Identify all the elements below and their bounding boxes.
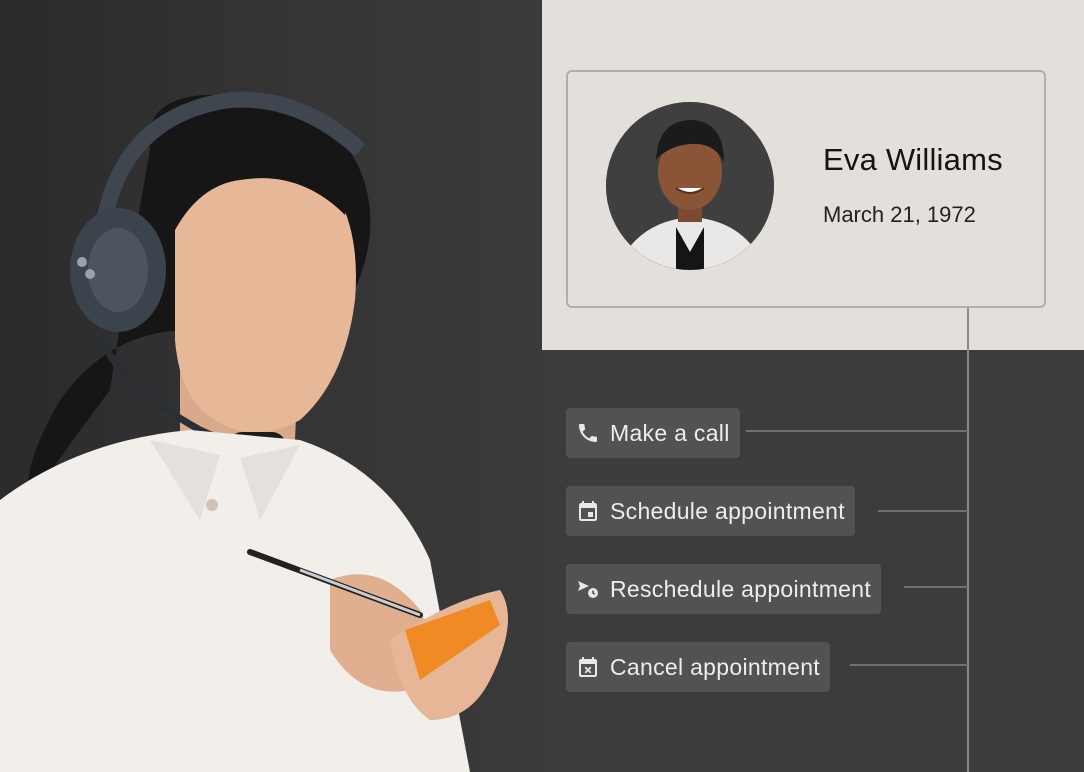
make-call-label: Make a call — [610, 419, 730, 446]
reschedule-icon — [576, 577, 600, 601]
make-call-button[interactable]: Make a call — [566, 408, 740, 458]
avatar — [606, 102, 774, 270]
calendar-icon — [576, 499, 600, 523]
agent-photo — [0, 0, 542, 772]
contact-name: Eva Williams — [823, 142, 1003, 177]
connector-branch — [746, 430, 968, 432]
connector-branch — [904, 586, 968, 588]
schedule-appointment-button[interactable]: Schedule appointment — [566, 486, 855, 536]
contact-card[interactable]: Eva Williams March 21, 1972 — [566, 70, 1046, 308]
cancel-appointment-button[interactable]: Cancel appointment — [566, 642, 830, 692]
connector-branch — [878, 510, 968, 512]
connector-branch — [850, 664, 968, 666]
avatar-portrait — [606, 102, 774, 270]
agent-illustration — [0, 91, 508, 772]
calendar-cancel-icon — [576, 655, 600, 679]
connector-trunk — [967, 308, 969, 772]
reschedule-appointment-button[interactable]: Reschedule appointment — [566, 564, 882, 614]
reschedule-appointment-label: Reschedule appointment — [610, 575, 872, 602]
contact-dob: March 21, 1972 — [823, 202, 976, 227]
cancel-appointment-label: Cancel appointment — [610, 653, 820, 680]
schedule-appointment-label: Schedule appointment — [610, 497, 845, 524]
phone-icon — [576, 421, 600, 445]
